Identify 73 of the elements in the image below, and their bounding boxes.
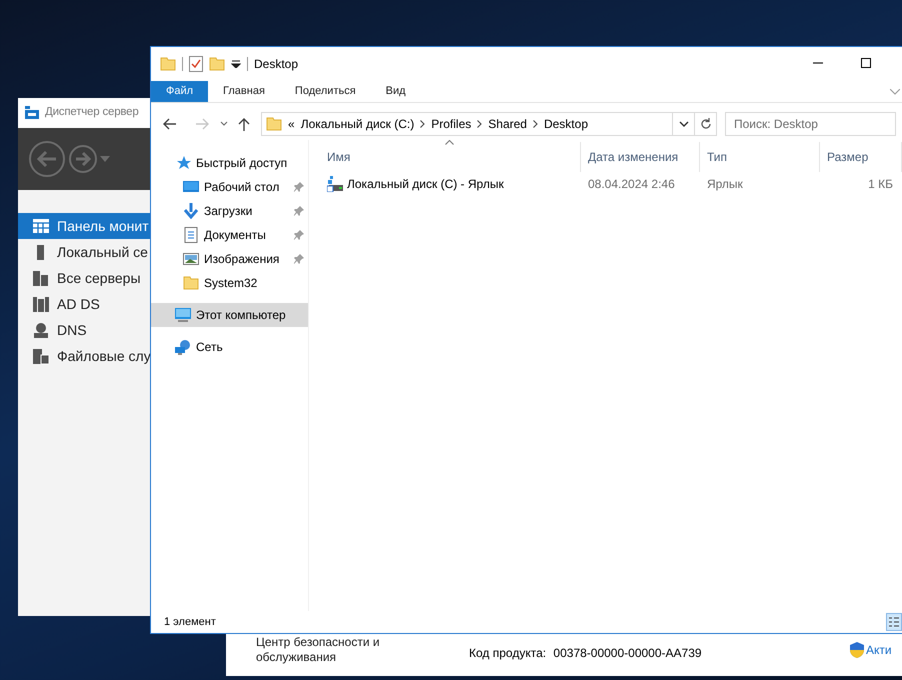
details-view-button[interactable] xyxy=(886,613,902,631)
download-arrow-icon xyxy=(183,203,199,219)
chevron-icon xyxy=(420,120,426,128)
navigation-item[interactable]: Документы xyxy=(151,223,308,247)
pin-icon xyxy=(294,230,304,240)
breadcrumb[interactable]: Локальный диск (C:) xyxy=(300,115,414,133)
monitor-icon xyxy=(183,179,199,195)
status-text: 1 элемент xyxy=(164,614,216,630)
maximize-icon xyxy=(860,57,872,69)
breadcrumb[interactable]: Shared xyxy=(488,115,527,133)
grid-icon xyxy=(33,218,49,234)
activation-link[interactable]: Акти xyxy=(866,641,892,659)
chevron-icon xyxy=(532,120,538,128)
dropdown-icon xyxy=(678,121,688,127)
expand-ribbon-icon[interactable] xyxy=(890,89,900,95)
pin-icon xyxy=(294,254,304,264)
search-field[interactable]: Поиск: Desktop xyxy=(725,112,896,136)
drive-shortcut-icon xyxy=(327,176,343,192)
folder-icon xyxy=(183,275,199,291)
product-key-label: Код продукта: xyxy=(469,646,546,660)
pin-icon xyxy=(294,206,304,216)
ribbon-tab[interactable]: Главная xyxy=(208,81,280,102)
link-text: Центр безопасности и xyxy=(256,635,380,650)
column-header[interactable]: Дата изменения xyxy=(581,142,700,172)
document-icon xyxy=(183,227,199,243)
table-cell-text: Ярлык xyxy=(706,176,744,193)
window-title: Диспетчер сервер xyxy=(45,105,139,120)
chevron-down-icon xyxy=(220,121,228,127)
ribbon-tab[interactable]: Поделиться xyxy=(280,81,371,102)
sidebar-item[interactable]: Все серверы xyxy=(18,265,150,291)
star-icon xyxy=(175,155,191,171)
sidebar-item[interactable]: Локальный се xyxy=(18,239,150,265)
ribbon-tab[interactable]: Вид xyxy=(370,81,421,102)
overflow-chevron[interactable]: « xyxy=(288,115,295,133)
window-title: Desktop xyxy=(254,56,298,73)
sidebar-item[interactable]: AD DS xyxy=(18,291,150,317)
network-icon xyxy=(175,339,191,355)
forward-arrow-icon xyxy=(196,118,210,130)
server-manager-icon xyxy=(24,105,40,121)
column-header[interactable]: Размер xyxy=(820,142,902,172)
folder-icon xyxy=(266,116,282,132)
back-arrow-icon xyxy=(162,118,176,130)
properties-icon[interactable] xyxy=(189,56,203,72)
breadcrumb[interactable]: Desktop xyxy=(544,115,588,133)
recent-locations-button[interactable] xyxy=(218,121,230,127)
table-cell-text: 08.04.2024 2:46 xyxy=(587,176,676,193)
chevron-icon xyxy=(477,120,482,128)
ribbon-tab[interactable]: Файл xyxy=(151,81,208,102)
navigation-item[interactable]: Этот компьютер xyxy=(151,303,308,327)
navigation-item[interactable]: Сеть xyxy=(151,335,308,359)
up-arrow-icon xyxy=(238,117,250,131)
navigation-item[interactable]: System32 xyxy=(151,271,308,295)
column-header[interactable]: Имя xyxy=(309,142,581,172)
refresh-icon xyxy=(700,118,712,130)
sidebar-item[interactable]: DNS xyxy=(18,317,150,343)
sidebar-item[interactable]: Панель монит xyxy=(18,213,150,239)
link-text: обслуживания xyxy=(256,650,338,665)
shield-icon xyxy=(850,642,864,658)
navigation-item[interactable]: Быстрый доступ xyxy=(151,151,308,175)
pin-icon xyxy=(294,182,304,192)
caret-icon[interactable] xyxy=(231,60,241,68)
navigation-item[interactable]: Рабочий стол xyxy=(151,175,308,199)
file-name[interactable]: Локальный диск (C) - Ярлык xyxy=(347,175,504,193)
navigation-item[interactable]: Загрузки xyxy=(151,199,308,223)
computer-icon xyxy=(175,307,191,323)
details-view-icon xyxy=(889,617,899,627)
up-button[interactable] xyxy=(236,117,252,131)
image-icon xyxy=(183,251,199,267)
column-header[interactable]: Тип xyxy=(700,142,820,172)
navigation-item[interactable]: Изображения xyxy=(151,247,308,271)
breadcrumb[interactable]: Profiles xyxy=(431,115,472,133)
product-key: 00378-00000-00000-AA739 xyxy=(553,646,702,660)
table-cell-text: 1 КБ xyxy=(867,176,894,193)
